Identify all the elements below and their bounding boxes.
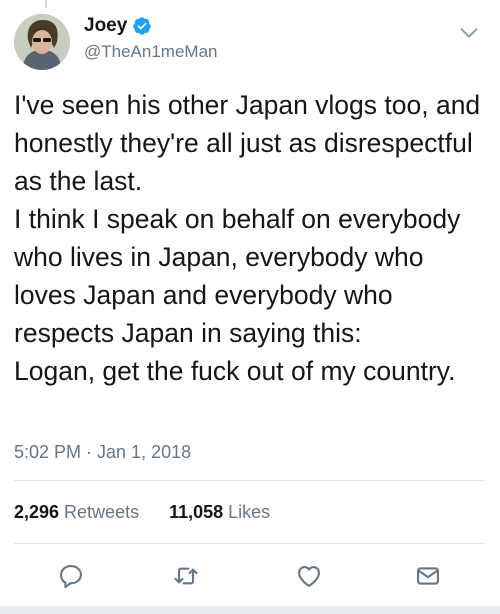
tweet-text-line: loves Japan and everybody who xyxy=(14,280,393,310)
author-name-row[interactable]: Joey xyxy=(84,14,152,38)
avatar-image xyxy=(14,14,70,70)
retweets-stat[interactable]: 2,296 Retweets xyxy=(14,500,139,524)
author-display-name[interactable]: Joey xyxy=(84,14,127,38)
author-handle[interactable]: @TheAn1meMan xyxy=(84,41,218,63)
tweet-timestamp[interactable]: 5:02 PM · Jan 1, 2018 xyxy=(14,440,191,464)
bottom-separator-bar xyxy=(0,606,500,614)
tweet-text-line: who lives in Japan, everybody who xyxy=(14,242,424,272)
tweet-text-line: I think I speak on behalf on everybody xyxy=(14,204,461,234)
tweet-stats: 2,296 Retweets 11,058 Likes xyxy=(14,500,300,524)
divider xyxy=(14,543,486,544)
envelope-icon xyxy=(417,567,439,585)
reply-button[interactable] xyxy=(55,560,87,592)
retweet-button[interactable] xyxy=(170,560,202,592)
retweets-count: 2,296 xyxy=(14,502,60,522)
like-button[interactable] xyxy=(293,560,325,592)
tweet-text-line: respects Japan in saying this: xyxy=(14,318,362,348)
likes-label: Likes xyxy=(228,502,271,522)
retweet-icon xyxy=(174,567,198,585)
avatar[interactable] xyxy=(14,14,70,70)
likes-count: 11,058 xyxy=(169,502,224,522)
likes-stat[interactable]: 11,058 Likes xyxy=(169,500,270,524)
divider xyxy=(14,480,486,481)
reply-icon xyxy=(60,565,82,589)
tweet-text-line: honestly they're all just as disrespectf… xyxy=(14,128,473,158)
share-button[interactable] xyxy=(412,560,444,592)
heart-icon xyxy=(298,565,320,587)
tweet-text-line: I've seen his other Japan vlogs too, and xyxy=(14,90,481,120)
retweets-label: Retweets xyxy=(64,502,140,522)
tweet-text-line: Logan, get the fuck out of my country. xyxy=(14,356,456,386)
tweet-text: I've seen his other Japan vlogs too, and… xyxy=(14,86,492,390)
verified-badge-icon xyxy=(133,17,152,35)
thread-connector-line xyxy=(45,0,47,8)
chevron-down-icon[interactable] xyxy=(458,22,480,44)
tweet-text-line: as the last. xyxy=(14,166,143,196)
